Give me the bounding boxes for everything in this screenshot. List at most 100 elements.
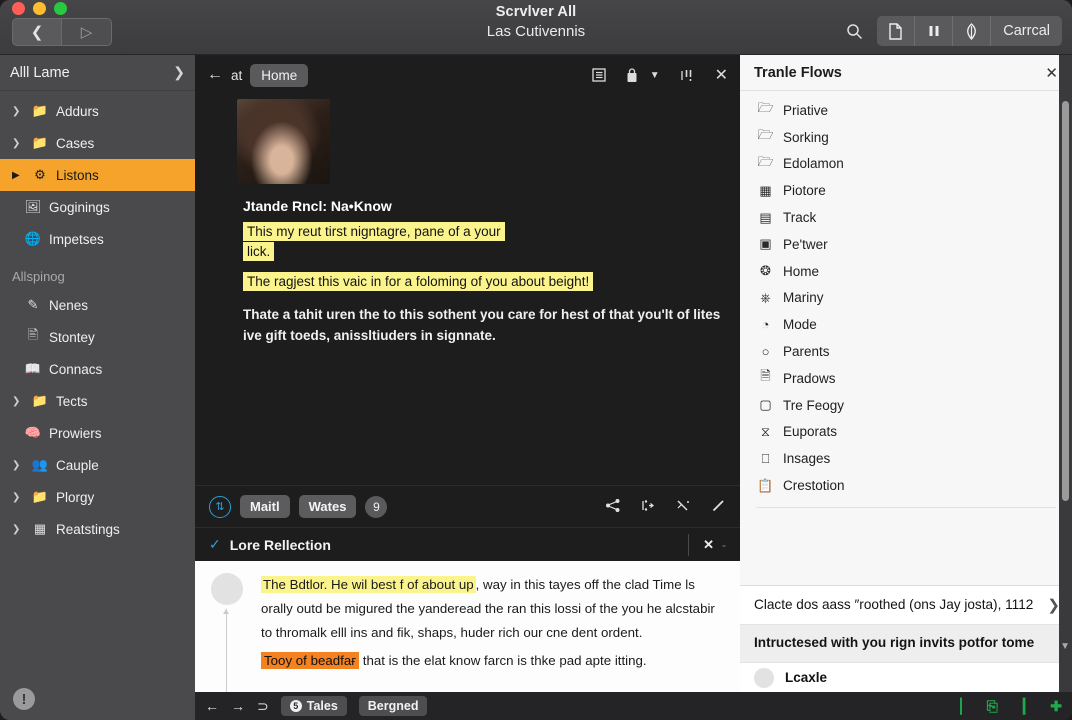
sidebar-item-label: Stontey — [49, 329, 95, 345]
list-item[interactable]: 🗁 Priative — [740, 97, 1072, 124]
twisty-icon[interactable]: ▶ — [12, 170, 24, 181]
sidebar-item-label: Listons — [56, 167, 99, 183]
close-icon[interactable]: ✕ — [715, 65, 728, 85]
sidebar-item-goginings[interactable]: 🖼 Goginings — [0, 191, 195, 223]
close-icon[interactable]: ✕ — [703, 537, 714, 553]
forward-button[interactable]: ▷ — [62, 18, 112, 46]
arrow-right-icon[interactable]: → — [231, 698, 245, 714]
sidebar-item-listons[interactable]: ▶ ⚙ Listons — [0, 159, 195, 191]
info-card-1[interactable]: Clacte dos aass ″roothed (ons Jay josta)… — [740, 585, 1072, 624]
pencil-icon[interactable] — [711, 498, 726, 516]
wand-icon[interactable] — [676, 498, 691, 516]
toolbar-right: Carrcal — [837, 16, 1062, 46]
chevron-down-icon[interactable]: ▼ — [650, 70, 660, 81]
chevron-right-icon[interactable]: ❯ — [173, 64, 185, 81]
bergned-button[interactable]: Bergned — [358, 696, 428, 716]
right-panel-bottom: Clacte dos aass ″roothed (ons Jay josta)… — [740, 585, 1072, 692]
brain-icon: 🧠 — [24, 425, 42, 440]
sidebar-item-connacs[interactable]: 📖 Connacs — [0, 353, 195, 385]
list-item-label: Mariny — [783, 290, 824, 306]
document-export-icon[interactable] — [877, 16, 916, 46]
sidebar-header[interactable]: Alll Lame ❯ — [0, 55, 195, 91]
share-icon[interactable] — [605, 498, 621, 516]
grid-icon: ▦ — [33, 521, 47, 536]
sidebar-item-addurs[interactable]: ❯ 📁 Addurs — [0, 95, 195, 127]
sidebar-item-cauple[interactable]: ❯ 👥 Cauple — [0, 449, 195, 481]
indent-icon[interactable] — [641, 498, 656, 516]
tag-wates[interactable]: Wates — [298, 495, 357, 518]
plus-icon[interactable]: ✚ — [1050, 698, 1062, 715]
list-item[interactable]: ⧖ Euporats — [740, 419, 1072, 446]
panel-icon[interactable]: ⎘ — [987, 698, 998, 715]
signal-icon[interactable]: ⎮ — [957, 698, 964, 715]
tales-button[interactable]: 5 Tales — [280, 696, 347, 716]
info-card-3[interactable]: Lcaxle — [740, 662, 1072, 692]
people-icon: 👥 — [31, 457, 49, 472]
folder-icon: 📁 — [31, 103, 49, 118]
twisty-icon[interactable]: ❯ — [12, 492, 24, 503]
nav-buttons[interactable]: ❮ ▷ — [12, 18, 112, 46]
twisty-icon[interactable]: ❯ — [12, 396, 24, 407]
list-item[interactable]: ❂ Home — [740, 258, 1072, 285]
list-panel-icon[interactable] — [592, 68, 606, 82]
sidebar-item-cases[interactable]: ❯ 📁 Cases — [0, 127, 195, 159]
pause-columns-icon[interactable] — [915, 16, 954, 46]
twisty-icon[interactable]: ❯ — [12, 460, 24, 471]
sidebar-item-label: Connacs — [49, 361, 103, 377]
list-item[interactable]: 🗁 Edolamon — [740, 151, 1072, 178]
avatar — [211, 573, 243, 605]
document-area[interactable]: The Bdtlor. He wil best f of about up, w… — [195, 561, 740, 692]
sidebar-item-tects[interactable]: ❯ 📁 Tects — [0, 385, 195, 417]
close-icon[interactable]: ✕ — [1045, 64, 1058, 82]
list-item[interactable]: ○ Parents — [740, 338, 1072, 365]
twisty-icon[interactable]: ❯ — [12, 106, 24, 117]
sidebar-item-label: Plorgy — [56, 489, 95, 505]
twisty-icon[interactable]: ❯ — [12, 138, 24, 149]
list-item[interactable]: ▢ Tre Feogy — [740, 392, 1072, 419]
list-item[interactable]: ▤ Track — [740, 204, 1072, 231]
toolbar-segment-group[interactable]: Carrcal — [877, 16, 1062, 46]
sidebar-item-nenes[interactable]: ✎ Nenes — [0, 289, 195, 321]
list-item[interactable]: 🗎 Pradows — [740, 365, 1072, 392]
thread-line — [223, 609, 229, 692]
bar-icon[interactable]: ┃ — [1020, 698, 1028, 715]
info-card-2[interactable]: Intructesed with you rign invits potfor … — [740, 624, 1072, 662]
highlight-text-2: The ragjest this vaic in for a foloming … — [243, 272, 594, 291]
list-item[interactable]: 📋 Crestotion — [740, 472, 1072, 499]
sidebar-item-stontey[interactable]: 🖹 Stontey — [0, 321, 195, 353]
leaf-icon[interactable] — [953, 16, 992, 46]
scrollbar-thumb[interactable] — [1062, 101, 1069, 501]
list-item[interactable]: ▦ Piotore — [740, 177, 1072, 204]
home-pill-button[interactable]: Home — [250, 63, 309, 87]
table-icon: ▦ — [759, 182, 772, 198]
sync-circle-icon[interactable]: ⇅ — [209, 495, 231, 518]
tag-maitl[interactable]: Maitl — [240, 495, 290, 518]
twisty-icon[interactable]: ❯ — [12, 524, 24, 535]
sidebar-item-prowiers[interactable]: 🧠 Prowiers — [0, 417, 195, 449]
sidebar-item-plorgy[interactable]: ❯ 📁 Plorgy — [0, 481, 195, 513]
search-icon[interactable] — [837, 16, 871, 46]
list-item[interactable]: ⎕ Insages — [740, 445, 1072, 472]
highlight-text-1: This my reut tirst nigntagre, pane of a … — [243, 222, 505, 241]
sidebar-item-impetses[interactable]: 🌐 Impetses — [0, 223, 195, 255]
reload-icon[interactable]: ⊃ — [257, 698, 269, 715]
info-icon[interactable]: ! — [13, 688, 35, 710]
chevron-down-icon[interactable]: ▼ — [1060, 641, 1070, 652]
cancel-button[interactable]: Carrcal — [991, 16, 1062, 46]
center-body: Jtande Rncl: Na•Know This my reut tirst … — [195, 95, 740, 346]
arrow-left-icon[interactable]: ← — [205, 698, 219, 714]
lock-icon[interactable] — [626, 67, 638, 83]
list-item[interactable]: ⎈ Mariny — [740, 285, 1072, 312]
scrollbar-track[interactable]: ▼ — [1059, 55, 1072, 692]
list-item-label: Edolamon — [783, 156, 844, 172]
list-item[interactable]: 🗁 Sorking — [740, 124, 1072, 151]
sort-icon[interactable] — [680, 68, 693, 83]
right-panel: Tranle Flows ✕ 🗁 Priative 🗁 Sorking 🗁 Edola… — [740, 55, 1072, 692]
back-button[interactable]: ❮ — [12, 18, 62, 46]
sidebar-item-reatstings[interactable]: ❯ ▦ Reatstings — [0, 513, 195, 545]
list-item-label: Parents — [783, 344, 830, 360]
check-icon[interactable]: ✓ — [209, 536, 221, 553]
arrow-left-icon[interactable]: ← — [207, 66, 223, 84]
list-item[interactable]: ◔ Mode — [740, 311, 1072, 338]
list-item[interactable]: ▣ Pe'twer — [740, 231, 1072, 258]
